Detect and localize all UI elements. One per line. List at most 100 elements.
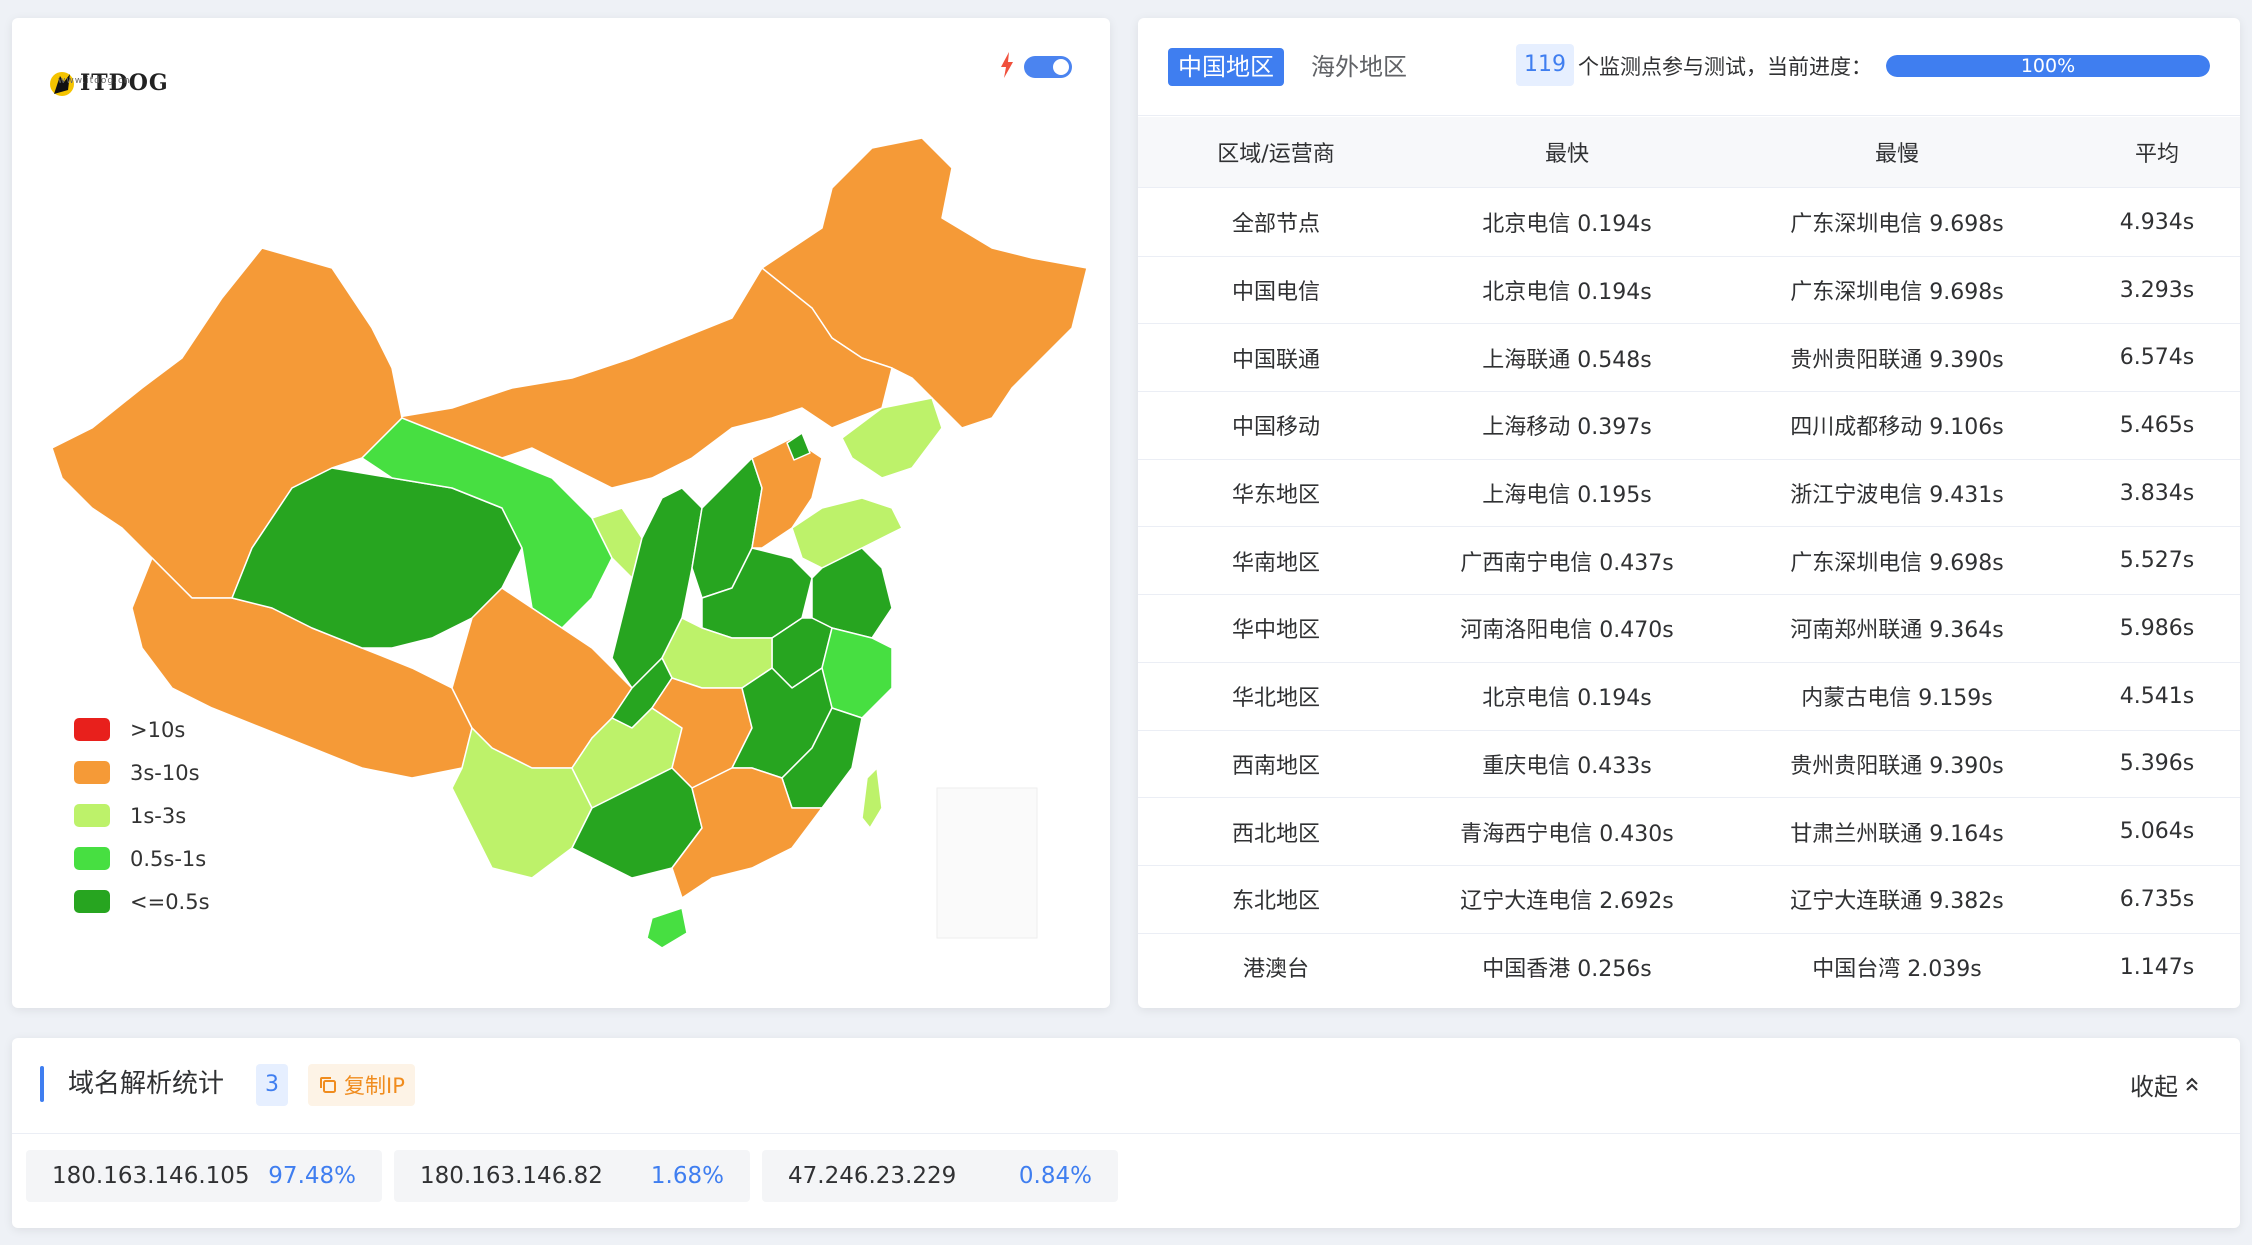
cell-slowest: 辽宁大连联通 9.382s <box>1790 889 2004 915</box>
legend-item: 0.5s-1s <box>74 837 210 880</box>
column-header-fastest: 最快 <box>1544 142 1589 167</box>
cell-slowest: 内蒙古电信 9.159s <box>1801 686 1993 712</box>
region-taiwan <box>861 767 883 829</box>
cell-fastest: 上海移动 0.397s <box>1482 415 1652 441</box>
ip-chip[interactable]: 180.163.146.105 97.48% <box>26 1150 382 1202</box>
collapse-button[interactable]: 收起 <box>2130 1066 2200 1102</box>
toggle-knob <box>1053 59 1069 75</box>
table-row: 华北地区 北京电信 0.194s 内蒙古电信 9.159s 4.541s <box>1138 663 2240 731</box>
double-chevron-up-icon <box>2186 1077 2198 1091</box>
ip-address: 180.163.146.105 <box>52 1163 250 1189</box>
map-toggle-switch[interactable] <box>1024 56 1072 78</box>
legend-item: 1s-3s <box>74 794 210 837</box>
cell-slowest: 广东深圳电信 9.698s <box>1790 550 2004 576</box>
legend-swatch <box>74 718 110 741</box>
table-row: 华中地区 河南洛阳电信 0.470s 河南郑州联通 9.364s 5.986s <box>1138 595 2240 663</box>
region-hainan <box>646 907 688 949</box>
region-tabs-bar: 中国地区 海外地区 119 个监测点参与测试，当前进度： 100% <box>1138 18 2240 116</box>
table-row: 港澳台 中国香港 0.256s 中国台湾 2.039s 1.147s <box>1138 934 2240 1002</box>
resolved-ip-list: 180.163.146.105 97.48% 180.163.146.82 1.68%… <box>26 1150 1130 1202</box>
tab-china[interactable]: 中国地区 <box>1168 48 1284 86</box>
cell-fastest: 广西南宁电信 0.437s <box>1460 550 1674 576</box>
legend-label: 3s-10s <box>130 760 200 785</box>
tab-overseas[interactable]: 海外地区 <box>1301 48 1417 86</box>
cell-average: 4.541s <box>2119 683 2195 709</box>
cell-region: 中国联通 <box>1231 347 1320 373</box>
cell-fastest: 北京电信 0.194s <box>1482 212 1652 238</box>
column-header-slowest: 最慢 <box>1874 142 1919 167</box>
cell-average: 5.986s <box>2119 615 2195 641</box>
cell-region: 华中地区 <box>1231 618 1320 644</box>
ip-chip[interactable]: 47.246.23.229 0.84% <box>762 1150 1118 1202</box>
cell-fastest: 上海联通 0.548s <box>1482 347 1652 373</box>
legend-label: 1s-3s <box>130 803 187 828</box>
legend-label: 0.5s-1s <box>130 846 207 871</box>
cell-region: 华东地区 <box>1231 483 1320 509</box>
cell-slowest: 广东深圳电信 9.698s <box>1790 280 2004 306</box>
table-row: 西南地区 重庆电信 0.433s 贵州贵阳联通 9.390s 5.396s <box>1138 731 2240 799</box>
cell-fastest: 青海西宁电信 0.430s <box>1460 821 1674 847</box>
dns-stats-panel: 域名解析统计 3 复制IP 收起 180.163.146.105 97.48% 18… <box>12 1038 2240 1228</box>
table-row: 中国联通 上海联通 0.548s 贵州贵阳联通 9.390s 6.574s <box>1138 324 2240 393</box>
legend-item: <=0.5s <box>74 880 210 923</box>
cell-fastest: 河南洛阳电信 0.470s <box>1460 618 1674 644</box>
south-china-sea-inset <box>936 787 1038 939</box>
progress-status-text: 个监测点参与测试，当前进度： <box>1578 55 1872 79</box>
region-zhejiang <box>821 627 893 719</box>
cell-region: 中国移动 <box>1231 415 1320 441</box>
legend-item: >10s <box>74 708 210 751</box>
map-legend: >10s 3s-10s 1s-3s 0.5s-1s <=0.5s <box>74 708 210 923</box>
cell-region: 西南地区 <box>1231 753 1320 779</box>
cell-region: 华南地区 <box>1231 550 1320 576</box>
progress-fill: 100% <box>1886 55 2210 77</box>
cell-slowest: 浙江宁波电信 9.431s <box>1790 483 2004 509</box>
cell-average: 1.147s <box>2119 954 2195 980</box>
ip-address: 180.163.146.82 <box>420 1163 603 1189</box>
cell-fastest: 上海电信 0.195s <box>1482 483 1652 509</box>
legend-swatch <box>74 804 110 827</box>
cell-fastest: 辽宁大连电信 2.692s <box>1460 889 1674 915</box>
cell-fastest: 北京电信 0.194s <box>1482 280 1652 306</box>
table-row: 华南地区 广西南宁电信 0.437s 广东深圳电信 9.698s 5.527s <box>1138 527 2240 596</box>
copy-ip-button[interactable]: 复制IP <box>308 1064 415 1106</box>
table-row: 中国移动 上海移动 0.397s 四川成都移动 9.106s 5.465s <box>1138 392 2240 460</box>
collapse-label: 收起 <box>2130 1072 2178 1101</box>
legend-swatch <box>74 761 110 784</box>
cell-average: 6.574s <box>2119 345 2195 371</box>
column-header-average: 平均 <box>2134 142 2179 167</box>
table-header: 区域/运营商 最快 最慢 平均 <box>1138 117 2240 188</box>
column-header-region: 区域/运营商 <box>1217 142 1335 167</box>
ip-percentage: 1.68% <box>650 1163 724 1189</box>
ip-address: 47.246.23.229 <box>788 1163 957 1189</box>
dns-ip-count-badge: 3 <box>256 1064 288 1106</box>
cell-average: 5.465s <box>2119 412 2195 438</box>
table-row: 华东地区 上海电信 0.195s 浙江宁波电信 9.431s 3.834s <box>1138 460 2240 528</box>
legend-item: 3s-10s <box>74 751 210 794</box>
cell-average: 3.834s <box>2119 480 2195 506</box>
cell-average: 4.934s <box>2119 209 2195 235</box>
legend-swatch <box>74 890 110 913</box>
ip-percentage: 0.84% <box>1018 1163 1092 1189</box>
ip-chip[interactable]: 180.163.146.82 1.68% <box>394 1150 750 1202</box>
dns-stats-header: 域名解析统计 3 复制IP 收起 <box>12 1038 2240 1134</box>
results-panel: 中国地区 海外地区 119 个监测点参与测试，当前进度： 100% 区域/运营商… <box>1138 18 2240 1008</box>
cell-slowest: 贵州贵阳联通 9.390s <box>1790 753 2004 779</box>
cell-slowest: 广东深圳电信 9.698s <box>1790 212 2004 238</box>
cell-fastest: 中国香港 0.256s <box>1482 957 1652 983</box>
cell-fastest: 北京电信 0.194s <box>1482 686 1652 712</box>
cell-fastest: 重庆电信 0.433s <box>1482 753 1652 779</box>
logo-subtext: www.itdog.cn <box>58 76 131 86</box>
cell-slowest: 贵州贵阳联通 9.390s <box>1790 347 2004 373</box>
cell-slowest: 甘肃兰州联通 9.164s <box>1790 821 2004 847</box>
cell-region: 西北地区 <box>1231 821 1320 847</box>
cell-region: 东北地区 <box>1231 889 1320 915</box>
lightning-icon <box>1001 52 1013 78</box>
cell-average: 3.293s <box>2119 277 2195 303</box>
cell-region: 华北地区 <box>1231 686 1320 712</box>
cell-slowest: 中国台湾 2.039s <box>1812 957 1982 983</box>
legend-label: <=0.5s <box>130 889 210 914</box>
table-row: 东北地区 辽宁大连电信 2.692s 辽宁大连联通 9.382s 6.735s <box>1138 866 2240 934</box>
map-panel: ITDOG www.itdog.cn >10s 3s-10s 1s-3s 0.5… <box>12 18 1110 1008</box>
cell-average: 5.396s <box>2119 751 2195 777</box>
cell-slowest: 四川成都移动 9.106s <box>1790 415 2004 441</box>
